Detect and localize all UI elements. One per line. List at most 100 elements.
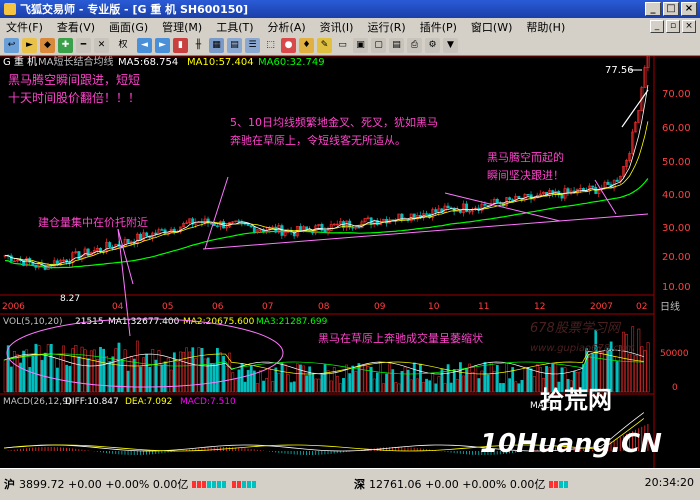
menu-run[interactable]: 运行(R)	[367, 19, 405, 35]
select-icon[interactable]: ⬚	[263, 38, 278, 53]
dropdown-icon[interactable]: ▼	[443, 38, 458, 53]
menu-manage[interactable]: 管理(M)	[162, 19, 202, 35]
volume-bar	[486, 374, 490, 393]
ma5-readout: MA5:68.754	[118, 57, 178, 68]
settings-icon[interactable]: ⚙	[425, 38, 440, 53]
bell-icon[interactable]: ♦	[299, 38, 314, 53]
volume-bar	[348, 373, 352, 393]
volume-bar	[31, 355, 35, 393]
sh-index[interactable]: 沪 3899.72 +0.00 +0.00% 0.00亿	[0, 476, 257, 492]
ma10-readout: MA10:57.404	[187, 57, 254, 68]
menu-window[interactable]: 窗口(W)	[471, 19, 512, 35]
annotation-text: 建仓量集中在价托附近	[38, 215, 148, 229]
chart-area[interactable]: G 重 机 MA短长结合均线 MA5:68.754 MA10:57.404 MA…	[0, 36, 700, 468]
volume-bar	[372, 378, 376, 393]
volume-bar	[397, 383, 401, 393]
annotation-text: 黑马在草原上奔驰成交量呈萎缩状	[318, 331, 483, 345]
close-button[interactable]: ×	[681, 2, 697, 16]
volume-bar	[357, 363, 361, 393]
crosshair-icon[interactable]: ✚	[58, 38, 73, 53]
expand-icon[interactable]: ✕	[94, 38, 109, 53]
menu-canvas[interactable]: 画面(G)	[109, 19, 148, 35]
macd-diff: DIFF:10.847	[65, 397, 119, 407]
nav-left-icon[interactable]: ◄	[137, 38, 152, 53]
pen-icon[interactable]: ✎	[317, 38, 332, 53]
volume-bar	[243, 381, 247, 393]
alert-icon[interactable]: ●	[281, 38, 296, 53]
volume-bar	[83, 349, 87, 393]
tile-icon[interactable]: ▣	[353, 38, 368, 53]
volume-bar	[286, 374, 290, 393]
volume-bar	[16, 354, 19, 393]
menu-analysis[interactable]: 分析(A)	[268, 19, 306, 35]
volume-bar	[437, 376, 441, 393]
ma60-readout: MA60:32.749	[258, 57, 325, 68]
window-icon[interactable]: ▭	[335, 38, 350, 53]
zoom-out-icon[interactable]: ━	[76, 38, 91, 53]
price-tick: 40.00	[662, 190, 691, 201]
time-tick: 06	[212, 302, 224, 312]
volume-bar	[117, 342, 121, 393]
doc-icon[interactable]: ▢	[371, 38, 386, 53]
volume-bar	[108, 361, 112, 393]
table-icon[interactable]: ▤	[227, 38, 242, 53]
volume-bar	[505, 363, 508, 393]
volume-bar	[292, 381, 296, 393]
menu-plugins[interactable]: 插件(P)	[420, 19, 457, 35]
volume-bar	[231, 372, 235, 393]
volume-bar	[268, 368, 272, 393]
volume-bar	[139, 366, 142, 393]
volume-bar	[646, 342, 650, 393]
volume-bar	[65, 364, 69, 393]
volume-bar	[431, 372, 435, 393]
price-tick: 50.00	[662, 157, 691, 168]
time-tick: 02	[636, 302, 647, 312]
volume-bar	[151, 348, 155, 393]
indicator-name: MA短长结合均线	[38, 56, 113, 68]
menu-help[interactable]: 帮助(H)	[526, 19, 565, 35]
nav-right-icon[interactable]: ►	[155, 38, 170, 53]
macd-dea: DEA:7.092	[125, 397, 172, 407]
sh-volume-bars	[232, 480, 257, 488]
volume-bar	[120, 359, 124, 393]
menu-tools[interactable]: 工具(T)	[216, 19, 253, 35]
sh-market-breadth-bars	[192, 480, 227, 488]
candle	[606, 181, 610, 185]
volume-bar	[615, 361, 619, 393]
volume-bar	[415, 378, 419, 393]
volume-bar	[535, 364, 539, 393]
lock-icon[interactable]: ◆	[40, 38, 55, 53]
volume-bar	[342, 378, 345, 393]
candle	[351, 227, 355, 229]
grid-icon[interactable]: ▦	[209, 38, 224, 53]
menu-view[interactable]: 查看(V)	[57, 19, 95, 35]
mdi-close-button[interactable]: ×	[682, 20, 696, 33]
mdi-minimize-button[interactable]: _	[650, 20, 664, 33]
forward-icon[interactable]: ►	[22, 38, 37, 53]
sz-index[interactable]: 深 12761.06 +0.00 +0.00% 0.00亿	[350, 476, 569, 492]
chart-icon[interactable]: ▮	[173, 38, 188, 53]
price-tick: 10.00	[662, 282, 691, 293]
back-icon[interactable]: ↩	[4, 38, 19, 53]
kline-chart[interactable]: G 重 机 MA短长结合均线 MA5:68.754 MA10:57.404 MA…	[0, 36, 700, 468]
print-icon[interactable]: ⎙	[407, 38, 422, 53]
volume-bar	[508, 378, 512, 393]
volume-bar	[375, 372, 379, 393]
rights-selector[interactable]: 权	[112, 38, 134, 53]
volume-bar	[385, 373, 388, 393]
volume-bar	[474, 365, 478, 393]
export-icon[interactable]: ▤	[389, 38, 404, 53]
list-icon[interactable]: ☰	[245, 38, 260, 53]
candle	[526, 194, 530, 196]
volume-bar	[335, 376, 339, 393]
maximize-button[interactable]: □	[663, 2, 679, 16]
volume-bar	[382, 383, 385, 393]
volume-bar	[234, 379, 238, 393]
volume-bar	[105, 355, 109, 393]
menu-info[interactable]: 资讯(I)	[320, 19, 354, 35]
minimize-button[interactable]: _	[645, 2, 661, 16]
volume-bar	[489, 362, 493, 393]
mdi-restore-button[interactable]: ▫	[666, 20, 680, 33]
candle-icon[interactable]: ╫	[191, 38, 206, 53]
menu-file[interactable]: 文件(F)	[6, 19, 43, 35]
